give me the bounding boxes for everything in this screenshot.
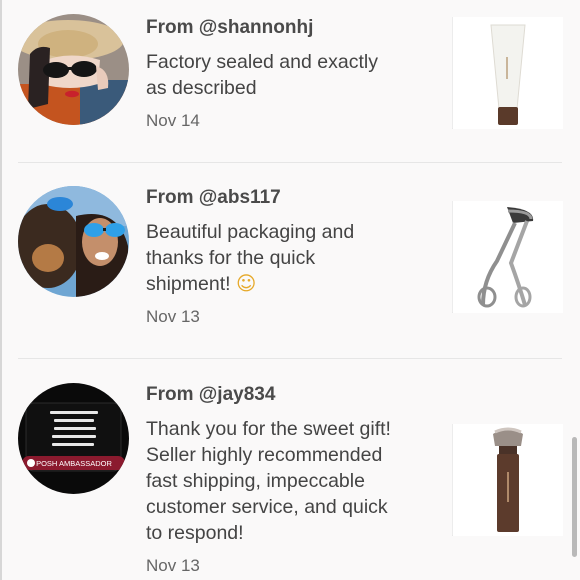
- review-text: From @abs117 Beautiful packaging and tha…: [146, 187, 436, 327]
- user-avatar[interactable]: POSH AMBASSADOR: [18, 383, 129, 494]
- smiling-face-icon: ☺: [235, 272, 257, 295]
- review-date: Nov 13: [146, 556, 200, 575]
- review-message: Factory sealed and exactly as described: [146, 51, 378, 99]
- user-avatar[interactable]: [18, 186, 129, 297]
- review-author[interactable]: From @jay834: [146, 384, 436, 406]
- review-message: Thank you for the sweet gift! Seller hig…: [146, 418, 391, 544]
- review-text: From @jay834 Thank you for the sweet gif…: [146, 384, 436, 576]
- review-date: Nov 14: [146, 111, 200, 130]
- primer-tube-icon: [453, 17, 563, 129]
- user-avatar[interactable]: [18, 14, 129, 125]
- review-author[interactable]: From @shannonhj: [146, 17, 436, 39]
- review-message: Beautiful packaging and thanks for the q…: [146, 221, 355, 295]
- review-author[interactable]: From @abs117: [146, 187, 436, 209]
- review-divider: [18, 358, 562, 359]
- posh-ambassador-badge-icon: POSH AMBASSADOR: [18, 383, 129, 494]
- product-thumbnail[interactable]: [452, 201, 563, 313]
- eyelash-curler-icon: [453, 201, 563, 313]
- review-text: From @shannonhj Factory sealed and exact…: [146, 17, 436, 131]
- reviews-screen: From @shannonhj Factory sealed and exact…: [0, 0, 580, 580]
- product-thumbnail[interactable]: [452, 424, 563, 536]
- user-photo-icon: [18, 186, 129, 297]
- review-divider: [18, 162, 562, 163]
- badge-label: POSH AMBASSADOR: [36, 459, 112, 468]
- scrollbar[interactable]: [572, 437, 577, 557]
- foundation-brush-icon: [453, 424, 563, 536]
- user-photo-icon: [18, 14, 129, 125]
- review-date: Nov 13: [146, 307, 200, 326]
- left-edge-rule: [0, 0, 2, 580]
- product-thumbnail[interactable]: [452, 17, 563, 129]
